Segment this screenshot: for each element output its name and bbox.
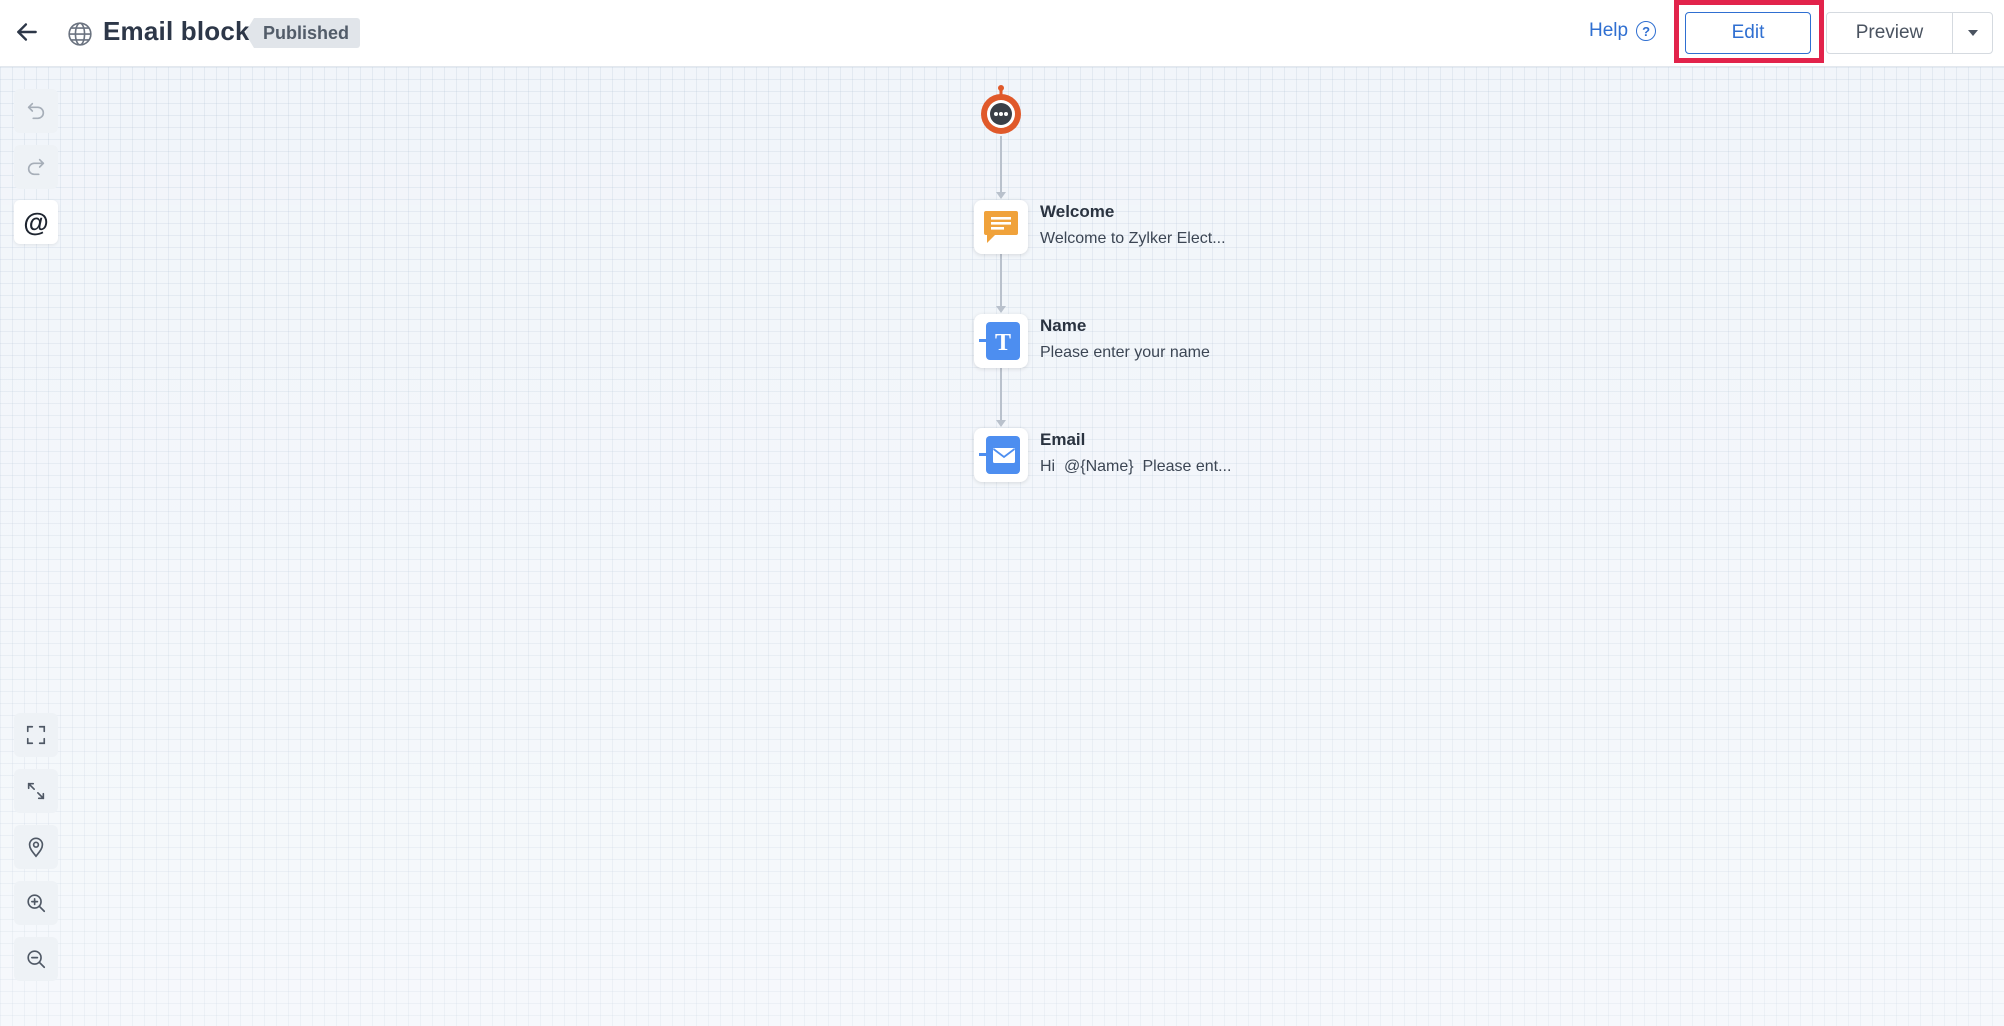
undo-button[interactable] — [14, 89, 58, 133]
text-input-icon: T — [979, 322, 1020, 360]
zoom-in-button[interactable] — [14, 881, 58, 925]
message-icon — [984, 211, 1018, 243]
top-bar: Email block Published Help ? Edit Previe… — [0, 0, 2004, 67]
bot-icon — [981, 85, 1021, 134]
connector-line — [1000, 136, 1002, 192]
fit-to-screen-button[interactable] — [14, 769, 58, 813]
question-circle-icon: ? — [1636, 21, 1657, 41]
connector-line — [1000, 368, 1002, 420]
node-subtitle: Please enter your name — [1040, 344, 1210, 361]
email-input-icon — [979, 436, 1020, 474]
welcome-node-icon[interactable] — [974, 200, 1028, 254]
email-node-icon[interactable] — [974, 428, 1028, 482]
mention-icon: @ — [23, 206, 49, 237]
node-title: Welcome — [1040, 202, 1115, 221]
page-title: Email block — [103, 16, 250, 46]
node-title: Name — [1040, 316, 1087, 335]
undo-icon — [27, 102, 45, 120]
locate-icon — [28, 837, 44, 858]
fullscreen-icon — [26, 725, 46, 745]
caret-down-icon — [1967, 30, 1978, 36]
mention-button[interactable]: @ — [14, 200, 58, 244]
email-node[interactable]: Email Hi @{Name} Please ent... — [1040, 430, 1231, 476]
node-title: Email — [1040, 430, 1086, 449]
fullscreen-button[interactable] — [14, 713, 58, 757]
zoom-out-icon — [27, 950, 46, 969]
start-node[interactable] — [979, 84, 1023, 141]
redo-icon — [27, 158, 45, 176]
arrow-left-icon — [17, 23, 37, 41]
text-input-glyph: T — [995, 330, 1011, 356]
node-subtitle: Welcome to Zylker Elect... — [1040, 230, 1226, 247]
redo-button[interactable] — [14, 145, 58, 189]
help-link[interactable]: Help ? — [1589, 20, 1657, 42]
connector-line — [1000, 254, 1002, 306]
preview-button[interactable]: Preview — [1827, 13, 1953, 53]
help-label: Help — [1589, 20, 1629, 41]
zoom-out-button[interactable] — [14, 937, 58, 981]
connector-arrow — [996, 306, 1006, 313]
name-node[interactable]: Name Please enter your name — [1040, 316, 1210, 362]
zoom-in-icon — [27, 894, 46, 913]
preview-dropdown-button[interactable] — [1953, 13, 1992, 53]
globe-icon — [66, 20, 94, 48]
connector-arrow — [996, 420, 1006, 427]
node-subtitle: Hi @{Name} Please ent... — [1040, 458, 1232, 475]
connector-arrow — [996, 192, 1006, 199]
name-node-icon[interactable]: T — [974, 314, 1028, 368]
fit-to-screen-icon — [27, 782, 45, 800]
locate-button[interactable] — [14, 825, 58, 869]
back-button[interactable] — [12, 17, 42, 47]
welcome-node[interactable]: Welcome Welcome to Zylker Elect... — [1040, 202, 1226, 248]
preview-button-group: Preview — [1826, 12, 1993, 54]
status-badge: Published — [245, 18, 361, 48]
edit-button[interactable]: Edit — [1685, 12, 1811, 54]
